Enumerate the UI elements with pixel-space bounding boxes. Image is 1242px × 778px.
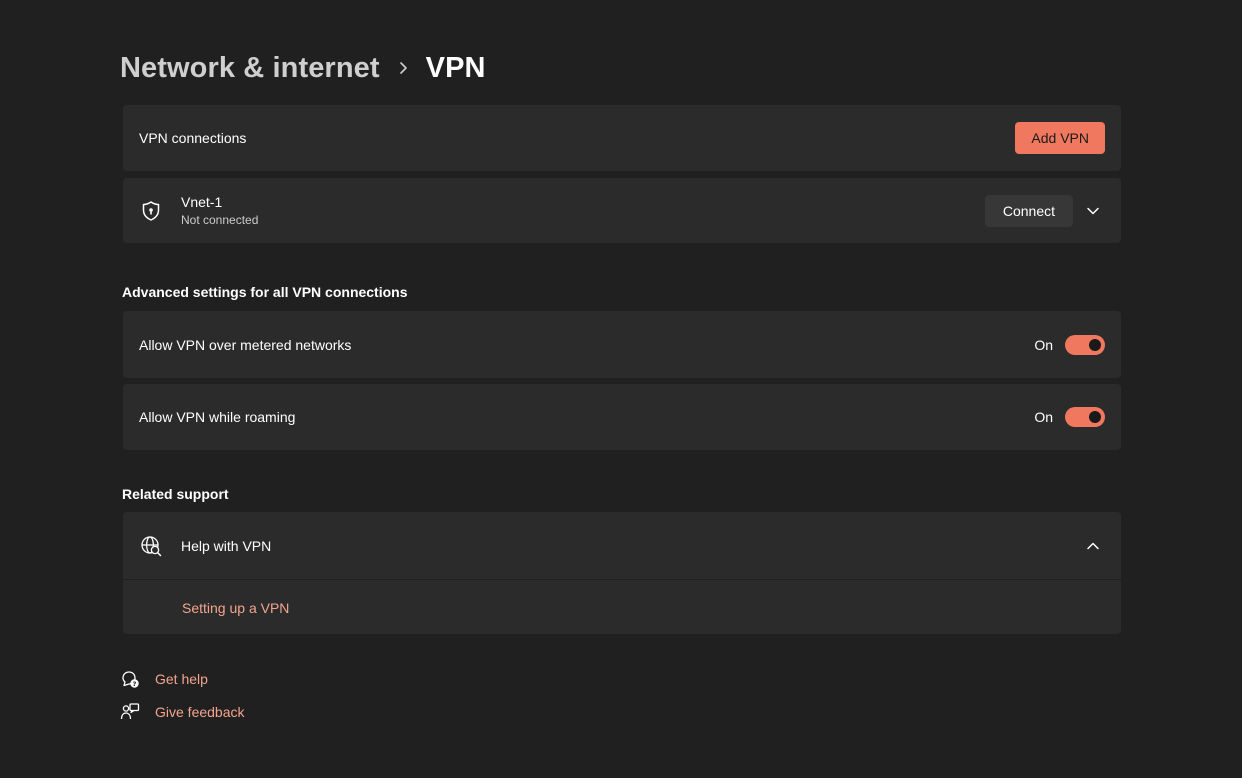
help-with-vpn-header[interactable]: Help with VPN (123, 512, 1121, 579)
setting-up-vpn-link[interactable]: Setting up a VPN (182, 600, 289, 616)
give-feedback-item[interactable]: Give feedback (120, 702, 245, 722)
setting-label-metered: Allow VPN over metered networks (139, 336, 352, 353)
metered-networks-toggle[interactable] (1065, 334, 1105, 355)
get-help-item[interactable]: ? Get help (120, 669, 208, 689)
setting-label-roaming: Allow VPN while roaming (139, 409, 296, 425)
setting-roaming: Allow VPN while roaming On (123, 384, 1121, 450)
get-help-link[interactable]: Get help (155, 671, 208, 687)
connect-button[interactable]: Connect (984, 194, 1073, 227)
toggle-knob (1089, 411, 1101, 423)
setting-metered-networks: Allow VPN over metered networks On (123, 311, 1121, 378)
connection-name: Vnet-1 (181, 194, 223, 210)
breadcrumb: Network & internet VPN (120, 48, 486, 88)
connection-status: Not connected (181, 213, 259, 227)
toggle-state-text: On (1034, 336, 1053, 353)
advanced-settings-title: Advanced settings for all VPN connection… (122, 284, 408, 300)
globe-search-icon (139, 534, 163, 558)
help-with-vpn-label: Help with VPN (181, 537, 272, 554)
vpn-settings-page: Network & internet VPN VPN connections A… (0, 0, 1242, 778)
shield-icon (139, 199, 163, 223)
chevron-down-icon[interactable] (1081, 199, 1105, 223)
vpn-connection-vnet-1[interactable]: Vnet-1 Not connected Connect (123, 178, 1121, 243)
vpn-connections-label: VPN connections (139, 130, 247, 146)
give-feedback-link[interactable]: Give feedback (155, 704, 245, 720)
get-help-icon: ? (120, 669, 140, 689)
add-vpn-button[interactable]: Add VPN (1015, 122, 1105, 154)
chevron-right-icon (380, 61, 426, 75)
connection-info: Vnet-1 Not connected (181, 194, 258, 227)
page-title: VPN (425, 51, 486, 84)
roaming-toggle[interactable] (1065, 407, 1105, 427)
toggle-group-metered: On (1034, 334, 1105, 355)
toggle-state-text: On (1034, 409, 1053, 425)
svg-text:?: ? (133, 680, 137, 688)
breadcrumb-network-internet[interactable]: Network & internet (120, 52, 380, 85)
related-support-title: Related support (122, 486, 229, 502)
vpn-connections-card: VPN connections Add VPN (123, 105, 1121, 171)
give-feedback-icon (120, 702, 140, 722)
chevron-up-icon[interactable] (1081, 534, 1105, 558)
toggle-group-roaming: On (1034, 407, 1105, 427)
toggle-knob (1089, 338, 1101, 351)
